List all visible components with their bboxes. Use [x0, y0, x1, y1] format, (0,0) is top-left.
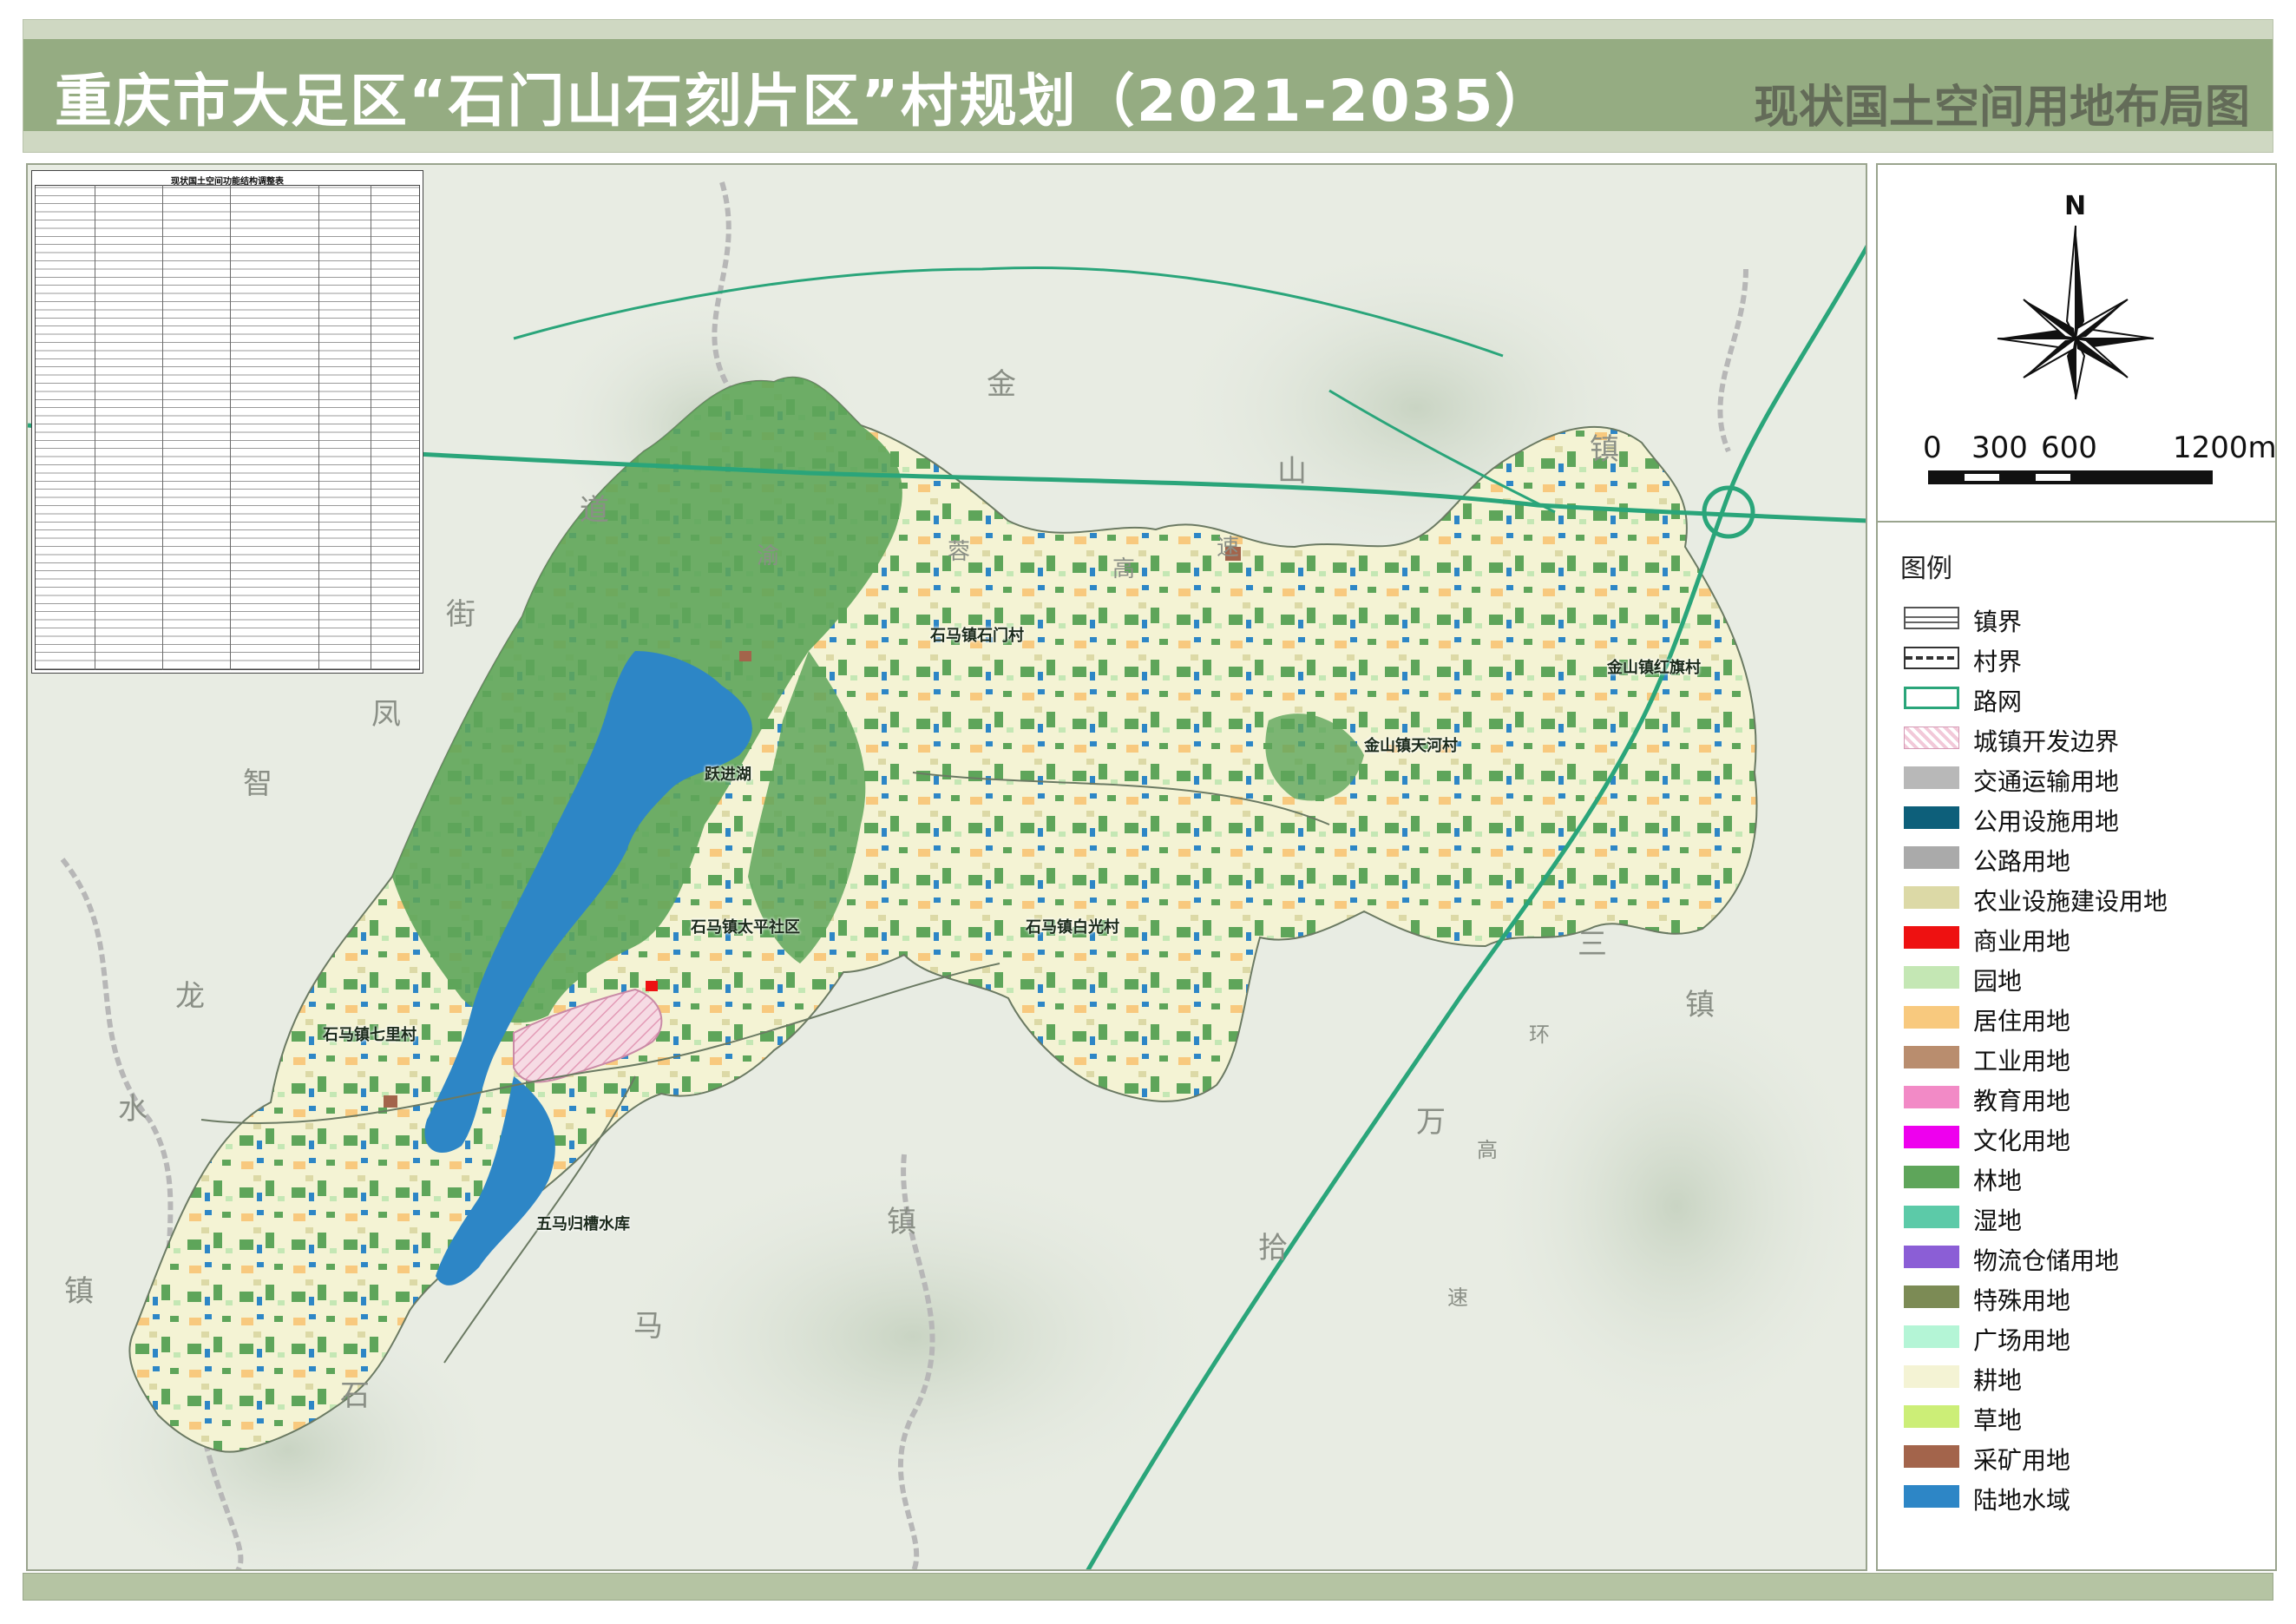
legend-swatch [1904, 1046, 1959, 1068]
legend-swatch [1904, 687, 1959, 709]
legend-label: 村界 [1973, 648, 2023, 676]
legend-label: 公路用地 [1973, 847, 2071, 876]
legend-label: 特殊用地 [1973, 1286, 2071, 1315]
legend-label: 交通运输用地 [1973, 767, 2120, 796]
legend-swatch [1904, 607, 1959, 629]
legend-swatch [1904, 1325, 1959, 1348]
scale-bar-segment [2036, 474, 2070, 481]
legend-label: 公用设施用地 [1973, 807, 2120, 836]
road-label-gao: 高 [1112, 556, 1136, 582]
place-label-wan: 万 [1416, 1105, 1446, 1140]
reservoir-label: 五马归槽水库 [536, 1215, 630, 1233]
legend-swatch [1904, 1206, 1959, 1228]
place-label-shui: 水 [118, 1092, 148, 1127]
place-label-dao: 道 [580, 493, 609, 528]
title-banner: 重庆市大足区“石门山石刻片区”村规划（2021-2035） 现状国土空间用地布局… [23, 19, 2273, 153]
land-use-statistics-table: 现状国土空间功能结构调整表 [31, 170, 423, 674]
legend-label: 林地 [1973, 1167, 2023, 1195]
place-label-ma: 马 [633, 1309, 663, 1344]
place-label-long: 龙 [175, 979, 205, 1014]
scale-label-0: 0 [1923, 431, 1942, 465]
road-label-yu: 渝 [757, 543, 780, 569]
place-label-zhen: 镇 [1590, 432, 1619, 467]
compass-and-scale: N 0 300 600 1200m [1878, 165, 2277, 523]
legend-swatch [1904, 1365, 1959, 1388]
map-title: 重庆市大足区“石门山石刻片区”村规划（2021-2035） [55, 68, 1554, 135]
place-label-feng: 凤 [371, 697, 401, 732]
scale-bar-segment [1965, 474, 1999, 481]
village-label: 金山镇红旗村 [1607, 659, 1701, 677]
legend-swatch [1904, 806, 1959, 829]
table-column-rule [318, 185, 319, 670]
legend-swatch [1904, 727, 1959, 749]
north-arrow-icon [1997, 225, 2155, 400]
road-label-huan: 环 [1529, 1022, 1550, 1047]
legend-label: 广场用地 [1973, 1326, 2071, 1355]
village-label: 石马镇太平社区 [691, 918, 800, 937]
legend-title: 图例 [1900, 554, 1952, 584]
road-label-su2: 速 [1447, 1285, 1468, 1310]
table-grid [35, 185, 420, 670]
road-label-gao2: 高 [1477, 1138, 1498, 1162]
place-label-jie: 街 [446, 597, 476, 632]
legend-swatch [1904, 1285, 1959, 1308]
legend-swatch [1904, 647, 1959, 669]
legend-label: 耕地 [1973, 1366, 2023, 1395]
scale-label-1200: 1200m [2173, 431, 2277, 465]
legend-swatch [1904, 846, 1959, 869]
place-label-zhen-east: 镇 [1685, 988, 1715, 1022]
table-column-rule [230, 185, 231, 670]
map-subtitle: 现状国土空间用地布局图 [1753, 82, 2250, 134]
legend-swatch [1904, 1445, 1959, 1468]
legend-panel: N 0 300 600 1200m 图例 镇界 村界 路网 城镇开发边界 交通运… [1876, 163, 2277, 1571]
legend-label: 镇界 [1973, 608, 2023, 636]
place-label-shi: 石 [340, 1378, 370, 1413]
legend-label: 园地 [1973, 967, 2023, 996]
village-label: 金山镇天河村 [1364, 737, 1458, 755]
place-label-jin: 金 [987, 367, 1016, 402]
legend-label: 教育用地 [1973, 1087, 2071, 1115]
table-column-rule [162, 185, 163, 670]
village-label: 石马镇七里村 [323, 1026, 417, 1044]
footer-band [23, 1573, 2273, 1601]
legend-label: 路网 [1973, 687, 2023, 716]
road-label-su: 速 [1217, 535, 1240, 561]
legend-label: 陆地水域 [1973, 1486, 2071, 1515]
legend-swatch [1904, 1006, 1959, 1029]
reservoir-label: 跃进湖 [705, 766, 751, 784]
scale-bar [1928, 470, 2213, 484]
village-label: 石马镇石门村 [930, 627, 1024, 645]
legend-swatch [1904, 886, 1959, 909]
road-label-rong: 蓉 [948, 539, 971, 565]
legend-swatch [1904, 966, 1959, 989]
legend-swatch [1904, 1166, 1959, 1188]
legend-label: 农业设施建设用地 [1973, 887, 2168, 916]
scale-label-600: 600 [2041, 431, 2097, 465]
place-label-zhi: 智 [243, 766, 272, 801]
legend-swatch [1904, 1126, 1959, 1148]
place-label-san: 三 [1578, 927, 1607, 962]
legend-label: 草地 [1973, 1406, 2023, 1435]
legend-swatch [1904, 926, 1959, 949]
legend-swatch [1904, 766, 1959, 789]
legend-swatch [1904, 1246, 1959, 1268]
legend-label: 采矿用地 [1973, 1446, 2071, 1475]
legend-label: 文化用地 [1973, 1127, 2071, 1155]
legend-label: 城镇开发边界 [1973, 727, 2120, 756]
village-label: 石马镇白光村 [1026, 918, 1119, 937]
place-label-zhen-south: 镇 [887, 1205, 916, 1239]
place-label-shan: 山 [1277, 454, 1307, 489]
place-label-shi2: 拾 [1258, 1231, 1288, 1266]
legend-swatch [1904, 1405, 1959, 1428]
legend-label: 工业用地 [1973, 1047, 2071, 1075]
legend-label: 物流仓储用地 [1973, 1246, 2120, 1275]
legend-label: 居住用地 [1973, 1007, 2071, 1036]
legend-label: 湿地 [1973, 1206, 2023, 1235]
legend-swatch [1904, 1485, 1959, 1508]
scale-label-300: 300 [1971, 431, 2028, 465]
legend-label: 商业用地 [1973, 927, 2071, 956]
place-label-zhen-west: 镇 [64, 1274, 94, 1309]
legend-swatch [1904, 1086, 1959, 1108]
